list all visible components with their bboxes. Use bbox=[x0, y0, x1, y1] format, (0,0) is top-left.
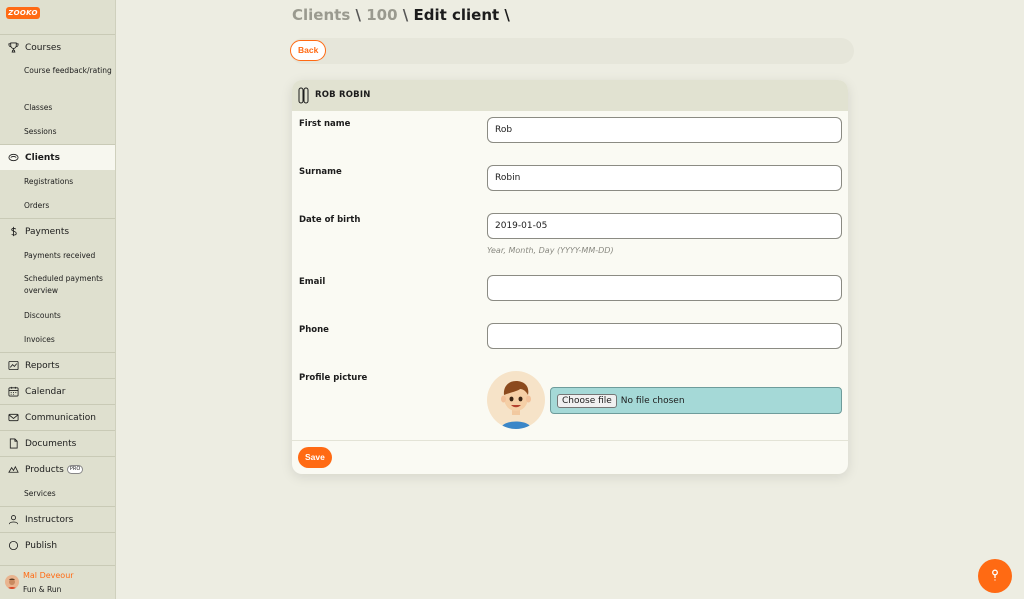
sidebar-item-label: Documents bbox=[25, 438, 77, 449]
products-icon bbox=[8, 464, 19, 475]
first-name-field[interactable] bbox=[487, 117, 842, 143]
date-of-birth-field[interactable] bbox=[487, 213, 842, 239]
first-name-label: First name bbox=[299, 119, 351, 129]
sidebar-sub-discounts[interactable]: Discounts bbox=[0, 304, 115, 328]
sidebar-item-communication[interactable]: Communication bbox=[0, 404, 115, 430]
sidebar-item-publish[interactable]: Publish bbox=[0, 532, 115, 558]
sidebar-item-instructors[interactable]: Instructors bbox=[0, 506, 115, 532]
trophy-icon bbox=[8, 42, 19, 53]
sidebar-sub-course-feedback[interactable]: Course feedback/rating bbox=[0, 60, 115, 96]
sidebar-item-label: Clients bbox=[25, 152, 60, 163]
person-icon bbox=[8, 514, 19, 525]
sidebar-sub-services[interactable]: Services bbox=[0, 482, 115, 506]
users-icon bbox=[8, 152, 19, 163]
sidebar-item-label: Courses bbox=[25, 42, 62, 53]
card-title: ROB ROBIN bbox=[315, 90, 371, 100]
divider bbox=[292, 440, 848, 441]
user-profile[interactable]: Mal Deveour Fun & Run bbox=[0, 565, 115, 599]
avatar bbox=[5, 575, 19, 589]
card-header: ROB ROBIN bbox=[292, 80, 848, 111]
sidebar-item-label: Payments bbox=[25, 226, 70, 237]
sidebar-item-label: Calendar bbox=[25, 386, 66, 397]
email-label: Email bbox=[299, 277, 326, 287]
email-field[interactable] bbox=[487, 275, 842, 301]
help-button[interactable] bbox=[978, 559, 1012, 593]
client-card-icon bbox=[298, 87, 309, 104]
sidebar-item-label: Communication bbox=[25, 412, 96, 423]
user-name: Mal Deveour bbox=[23, 571, 74, 580]
sidebar-item-documents[interactable]: Documents bbox=[0, 430, 115, 456]
sidebar-item-clients[interactable]: Clients bbox=[0, 144, 115, 170]
pro-badge: PRO bbox=[66, 465, 84, 474]
sidebar-sub-invoices[interactable]: Invoices bbox=[0, 328, 115, 352]
toolbar bbox=[290, 38, 854, 64]
back-button[interactable]: Back bbox=[290, 40, 327, 61]
choose-file-button[interactable]: Choose file bbox=[557, 393, 617, 408]
surname-label: Surname bbox=[299, 167, 342, 177]
breadcrumb-separator: \ bbox=[355, 6, 361, 24]
breadcrumb-clients[interactable]: Clients bbox=[292, 6, 350, 24]
sidebar-item-reports[interactable]: Reports bbox=[0, 352, 115, 378]
breadcrumb: Clients \ 100 \ Edit client \ bbox=[292, 6, 510, 24]
edit-client-card: ROB ROBIN First name Surname Date of bir… bbox=[292, 80, 848, 474]
dollar-icon bbox=[8, 226, 19, 237]
sidebar-item-products[interactable]: Products PRO bbox=[0, 456, 115, 482]
sidebar-item-label: Products bbox=[25, 464, 64, 475]
publish-icon bbox=[8, 540, 19, 551]
sidebar-sub-orders[interactable]: Orders bbox=[0, 194, 115, 218]
user-organization: Fun & Run bbox=[23, 585, 62, 594]
chart-icon bbox=[8, 360, 19, 371]
mail-icon bbox=[8, 412, 19, 423]
phone-field[interactable] bbox=[487, 323, 842, 349]
sidebar-item-payments[interactable]: Payments bbox=[0, 218, 115, 244]
sidebar-sub-payments-received[interactable]: Payments received bbox=[0, 244, 115, 268]
page-title: Edit client bbox=[413, 6, 500, 24]
date-of-birth-label: Date of birth bbox=[299, 215, 361, 225]
profile-picture-label: Profile picture bbox=[299, 373, 368, 383]
breadcrumb-separator: \ bbox=[402, 6, 409, 24]
sidebar-nav: Courses Course feedback/rating Classes S… bbox=[0, 34, 115, 558]
sidebar-sub-sessions[interactable]: Sessions bbox=[0, 120, 115, 144]
phone-label: Phone bbox=[299, 325, 329, 335]
breadcrumb-separator: \ bbox=[504, 6, 510, 24]
sidebar-sub-registrations[interactable]: Registrations bbox=[0, 170, 115, 194]
sidebar-item-label: Reports bbox=[25, 360, 60, 371]
sidebar-item-calendar[interactable]: Calendar bbox=[0, 378, 115, 404]
profile-picture bbox=[487, 371, 545, 429]
app-logo[interactable]: ZOOKO bbox=[6, 7, 40, 19]
sidebar: ZOOKO Courses Course feedback/rating Cla… bbox=[0, 0, 116, 599]
calendar-icon bbox=[8, 386, 19, 397]
document-icon bbox=[8, 438, 19, 449]
surname-field[interactable] bbox=[487, 165, 842, 191]
breadcrumb-client-id[interactable]: 100 bbox=[366, 6, 397, 24]
date-format-hint: Year, Month, Day (YYYY-MM-DD) bbox=[487, 246, 614, 255]
sidebar-item-label: Publish bbox=[25, 540, 58, 551]
file-status: No file chosen bbox=[620, 395, 685, 406]
sidebar-item-label: Instructors bbox=[25, 514, 74, 525]
sidebar-sub-classes[interactable]: Classes bbox=[0, 96, 115, 120]
file-upload-field[interactable]: Choose file No file chosen bbox=[550, 387, 842, 414]
sidebar-item-courses[interactable]: Courses bbox=[0, 34, 115, 60]
sidebar-sub-scheduled-payments[interactable]: Scheduled payments overview bbox=[0, 268, 115, 304]
save-button[interactable]: Save bbox=[298, 447, 332, 468]
help-icon bbox=[988, 567, 1002, 586]
